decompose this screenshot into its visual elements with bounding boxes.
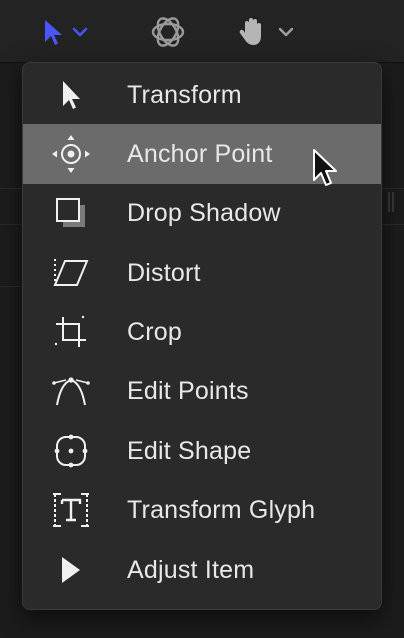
panel-resize-grip[interactable] [388,192,394,212]
menu-item-edit-points[interactable]: Edit Points [23,361,381,421]
background-divider [380,224,404,225]
background-divider [0,286,22,287]
menu-item-label: Transform [127,80,242,109]
menu-item-label: Crop [127,317,182,346]
chevron-down-icon[interactable] [278,27,294,37]
menu-item-transform-glyph[interactable]: Transform Glyph [23,480,381,540]
toolbar [0,0,404,63]
arrow-pointer-icon [51,75,91,115]
transform-glyph-icon [51,490,91,530]
edit-points-icon [51,371,91,411]
menu-item-label: Drop Shadow [127,198,281,227]
menu-item-distort[interactable]: Distort [23,243,381,303]
background-divider [0,224,22,225]
menu-item-crop[interactable]: Crop [23,302,381,362]
menu-item-label: Transform Glyph [127,495,316,524]
hand-icon [239,18,261,45]
menu-item-label: Anchor Point [127,139,273,168]
menu-item-transform[interactable]: Transform [23,65,381,125]
menu-item-label: Distort [127,258,201,287]
menu-item-label: Adjust Item [127,555,255,584]
orbit-tool-button[interactable] [148,14,188,50]
pan-tool-button[interactable] [236,14,294,50]
menu-item-label: Edit Shape [127,436,252,465]
menu-item-edit-shape[interactable]: Edit Shape [23,421,381,481]
mouse-cursor-icon [313,149,337,186]
drop-shadow-icon [51,193,91,233]
transform-tools-menu: Transform Anchor Point Drop Shadow Disto… [22,62,382,610]
anchor-point-icon [51,134,91,174]
chevron-down-icon[interactable] [72,27,88,37]
crop-icon [51,312,91,352]
adjust-item-icon [51,550,91,590]
arrow-pointer-icon [45,20,62,45]
menu-item-drop-shadow[interactable]: Drop Shadow [23,183,381,243]
orbit-icon [151,17,185,47]
select-tool-button[interactable] [42,14,88,50]
edit-shape-icon [51,431,91,471]
menu-item-label: Edit Points [127,376,249,405]
background-divider [380,188,404,189]
menu-item-adjust-item[interactable]: Adjust Item [23,540,381,600]
background-divider [0,188,22,189]
distort-icon [51,253,91,293]
